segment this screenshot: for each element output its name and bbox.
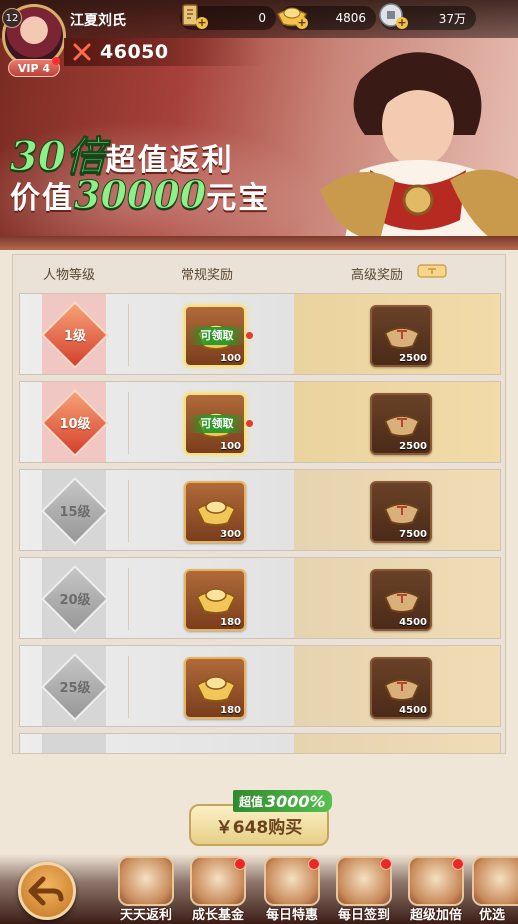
premium-reward-item[interactable]: 7500 [370,481,432,543]
notification-dot [380,858,392,870]
claimable-label: 可领取 [188,327,244,345]
row-level: 15级 [59,505,91,520]
nav-label: 每日签到 [337,908,390,923]
reward-row-partial [19,733,501,753]
add-silver-button[interactable]: + [396,17,408,29]
premium-reward-qty: 4500 [399,705,427,716]
gold-ingot-icon [195,500,237,526]
crossed-swords-icon [73,43,91,61]
nav-featured[interactable]: 优选 [466,856,518,924]
resource-silver-value: 37万 [438,11,466,26]
hero-illustration [320,52,518,245]
reward-row: 15级 300 7500 [19,469,501,551]
premium-ticket-icon [383,591,421,613]
premium-reward-qty: 2500 [399,353,427,364]
normal-reward-qty: 100 [220,441,241,452]
premium-reward-item[interactable]: 4500 [370,657,432,719]
add-fame-button[interactable]: + [196,17,208,29]
treasure-chest-icon [118,856,174,906]
promo-line-2-suffix: 元宝 [206,181,271,216]
premium-reward-item[interactable]: 4500 [370,569,432,631]
normal-reward-item[interactable]: 可领取 100 [184,305,246,367]
premium-ticket-icon [383,415,421,437]
premium-ticket-icon [383,503,421,525]
premium-ticket-icon [383,679,421,701]
premium-reward-qty: 4500 [399,617,427,628]
banner: 12 VIP 4 江夏刘氏 0 + 4806 + 37万 + 46050 30倍… [0,0,518,245]
row-level-bg [42,734,106,753]
normal-reward-item[interactable]: 180 [184,657,246,719]
nav-label: 每日特惠 [265,908,318,923]
normal-reward-qty: 180 [220,617,241,628]
divider [128,568,129,630]
gold-ingot-icon [195,588,237,614]
row-level: 10级 [59,417,91,432]
resource-gold-value: 4806 [335,11,366,25]
row-level: 1级 [63,329,87,344]
nav-daily-deal[interactable]: 每日特惠 [258,856,326,924]
reward-table[interactable]: 人物等级 常规奖励 高级奖励 1级 可领取 100 2500 10级 可领取 1… [12,254,506,754]
row-progress-dot [246,332,253,339]
normal-reward-qty: 100 [220,353,241,364]
reward-row: 25级 180 4500 [19,645,501,727]
reward-row: 10级 可领取 100 2500 [19,381,501,463]
value-tag-prefix: 超值 [239,794,264,809]
divider [128,480,129,542]
reward-table-header: 人物等级 常规奖励 高级奖励 [13,255,505,289]
nav-super-double[interactable]: 超级加倍 [402,856,470,924]
row-progress-dot [246,420,253,427]
row-premium-bg [294,734,500,753]
nav-daily-rebate[interactable]: 天天返利 [112,856,180,924]
premium-ticket-icon [417,264,447,278]
promo-line-2: 价值30000元宝 [10,172,271,218]
nav-label: 优选 [478,908,505,923]
normal-reward-item[interactable]: 可领取 100 [184,393,246,455]
promo-line-2-prefix: 价值 [10,181,74,216]
notification-dot [308,858,320,870]
premium-reward-item[interactable]: 2500 [370,393,432,455]
header-premium-reward: 高级奖励 [351,268,404,283]
back-arrow-icon [28,876,64,906]
row-level: 25级 [59,681,91,696]
combat-power: 46050 [64,38,264,66]
promo-amount: 30000 [73,172,207,218]
premium-reward-qty: 7500 [399,529,427,540]
header-level: 人物等级 [43,268,96,283]
vip-notification-dot [52,57,60,65]
normal-reward-qty: 180 [220,705,241,716]
resource-fame-value: 0 [258,11,266,25]
normal-reward-qty: 300 [220,529,241,540]
value-tag: 超值 3000% [233,790,332,812]
gold-ingot-icon [195,676,237,702]
back-button[interactable] [18,862,76,920]
player-level-badge: 12 [2,8,22,28]
nav-growth-fund[interactable]: 成长基金 [184,856,252,924]
add-gold-button[interactable]: + [296,17,308,29]
value-tag-percent: 3000% [265,791,326,811]
nav-daily-checkin[interactable]: 每日签到 [330,856,398,924]
combat-power-value: 46050 [100,41,169,63]
notification-dot [234,858,246,870]
divider [128,304,129,366]
featured-pack-icon [472,856,518,906]
nav-label: 天天返利 [119,908,172,923]
premium-reward-qty: 2500 [399,441,427,452]
normal-reward-item[interactable]: 300 [184,481,246,543]
reward-row: 20级 180 4500 [19,557,501,639]
divider [128,656,129,718]
nav-label: 成长基金 [191,908,244,923]
panel-top-border [0,236,518,250]
claimable-label: 可领取 [188,415,244,433]
player-name: 江夏刘氏 [70,13,126,29]
notification-dot [452,858,464,870]
header-normal-reward: 常规奖励 [181,268,234,283]
premium-ticket-icon [383,327,421,349]
nav-label: 超级加倍 [409,908,462,923]
premium-reward-item[interactable]: 2500 [370,305,432,367]
reward-row: 1级 可领取 100 2500 [19,293,501,375]
normal-reward-item[interactable]: 180 [184,569,246,631]
divider [128,392,129,454]
row-level: 20级 [59,593,91,608]
